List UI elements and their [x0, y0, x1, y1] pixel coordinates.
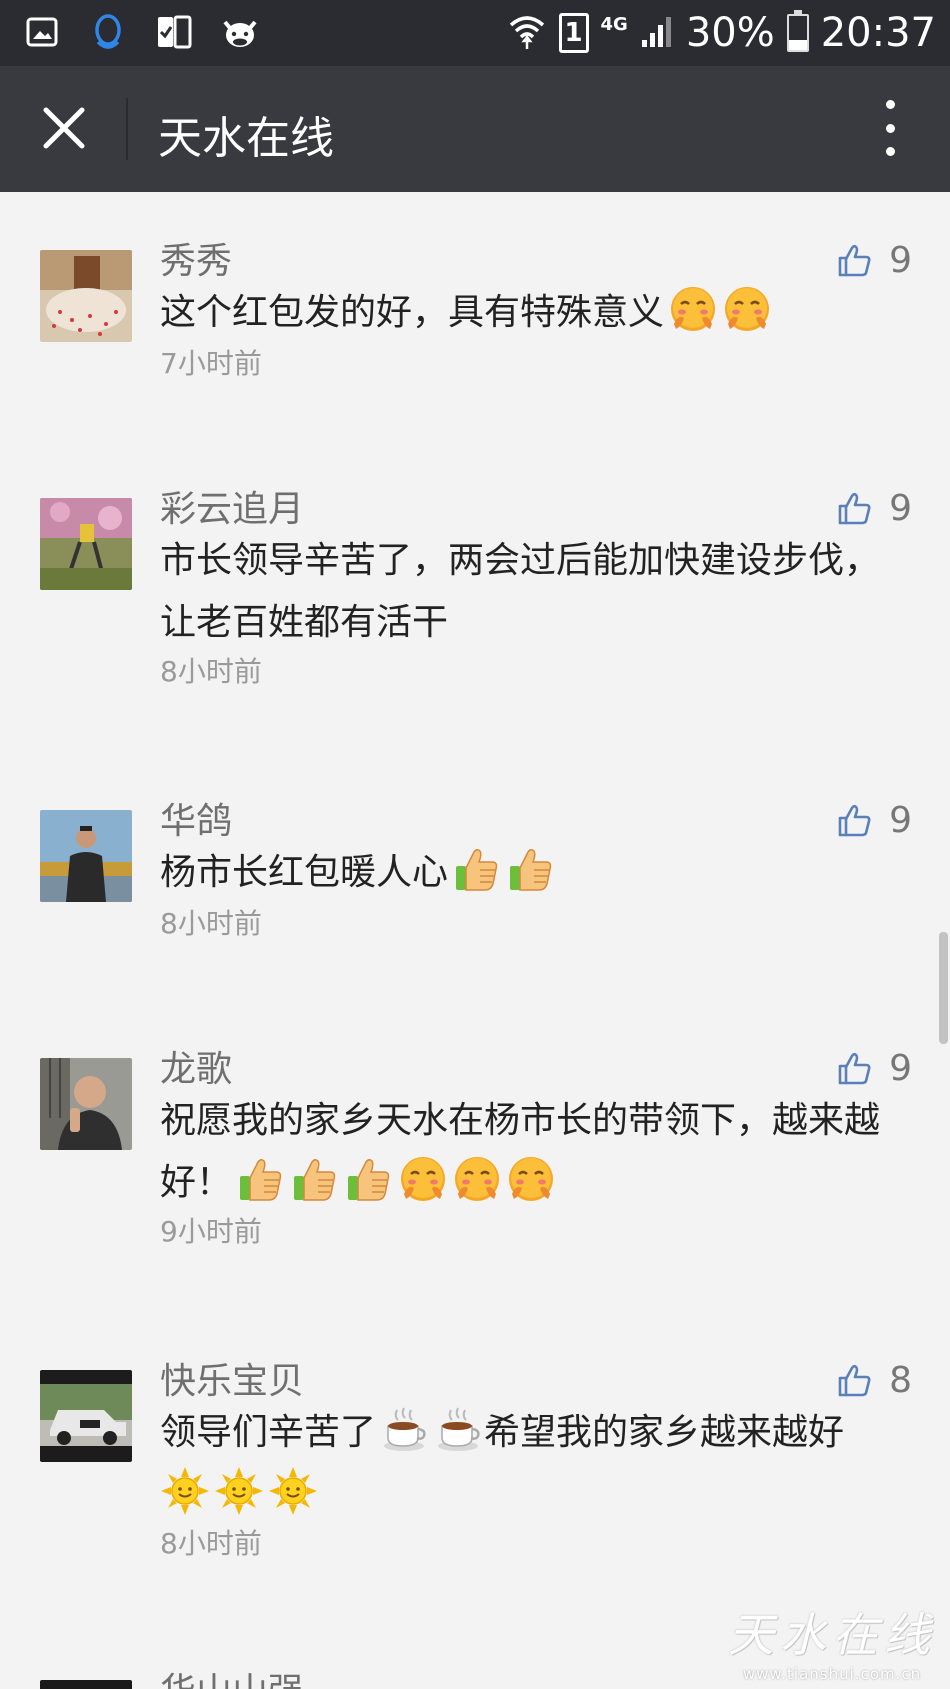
avatar[interactable] — [40, 1058, 132, 1150]
comment-body-start: 领导们辛苦了 — [160, 1412, 377, 1453]
signal-icon — [640, 14, 674, 52]
like-button[interactable]: 9 — [837, 1048, 912, 1089]
coffee-emoji — [380, 1404, 430, 1454]
close-button[interactable] — [32, 96, 96, 160]
like-count: 8 — [889, 1360, 912, 1401]
comment-time: 8小时前 — [160, 655, 262, 688]
avatar[interactable] — [40, 498, 132, 590]
blush-emoji — [506, 1154, 556, 1204]
sun-emoji — [160, 1466, 210, 1516]
avatar[interactable] — [40, 810, 132, 902]
like-count: 9 — [889, 240, 912, 281]
commenter-name: 彩云追月 — [160, 489, 305, 530]
thumbs-up-emoji — [236, 1154, 286, 1204]
cow-icon — [220, 12, 260, 52]
status-bar: 1 4G 30% 20:37 — [0, 0, 950, 66]
more-dot — [885, 147, 895, 156]
comment-text: 领导们辛苦了 希望我的家乡越来越好 — [160, 1402, 900, 1526]
thumbs-up-emoji — [344, 1154, 394, 1204]
gallery-icon — [22, 12, 62, 52]
close-icon — [43, 107, 85, 149]
like-count: 9 — [889, 800, 912, 841]
more-vertical-icon — [885, 100, 895, 109]
comment-text: 市长领导辛苦了，两会过后能加快建设步伐，让老百姓都有活干 — [160, 540, 881, 643]
nav-bar: 天水在线 — [0, 66, 950, 192]
thumbs-up-emoji — [452, 844, 502, 894]
clock: 20:37 — [820, 10, 936, 56]
more-dot — [885, 123, 895, 133]
sun-emoji — [268, 1466, 318, 1516]
blush-emoji — [668, 284, 718, 334]
battery-percent: 30% — [685, 10, 775, 56]
more-options-button[interactable] — [870, 96, 910, 160]
comment-text: 这个红包发的好，具有特殊意义 — [160, 282, 900, 344]
watermark-title: 天水在线 — [728, 1608, 936, 1662]
comment-text: 杨市长红包暖人心 — [160, 842, 900, 904]
thumbs-up-icon — [837, 1051, 873, 1087]
sim-indicator: 1 — [558, 13, 589, 53]
commenter-name: 龙歌 — [160, 1049, 233, 1090]
thumbs-up-icon — [837, 1363, 873, 1399]
thumbs-up-icon — [837, 491, 873, 527]
blush-emoji — [398, 1154, 448, 1204]
coffee-emoji — [434, 1404, 484, 1454]
commenter-name: 华山山强 — [160, 1670, 304, 1689]
watermark: 天水在线 www.tianshui.com.cn — [728, 1599, 936, 1683]
nav-divider — [126, 98, 128, 160]
like-button[interactable]: 9 — [837, 240, 912, 281]
sim-toolkit-icon — [154, 12, 194, 52]
avatar[interactable] — [40, 1680, 132, 1689]
commenter-name: 华鸽 — [160, 801, 233, 842]
thumbs-up-emoji — [290, 1154, 340, 1204]
comment-time: 8小时前 — [160, 1527, 262, 1560]
thumbs-up-icon — [837, 243, 873, 279]
battery-icon — [786, 10, 809, 52]
thumbs-up-emoji — [506, 844, 556, 894]
comment-time: 8小时前 — [160, 907, 262, 940]
comment-time: 9小时前 — [160, 1215, 262, 1248]
thumbs-up-icon — [837, 803, 873, 839]
comment-text: 祝愿我的家乡天水在杨市长的带领下，越来越好！ — [160, 1090, 900, 1214]
like-count: 9 — [889, 1048, 912, 1089]
scrollbar[interactable] — [939, 932, 948, 1044]
page-title: 天水在线 — [158, 113, 334, 164]
qq-icon — [88, 12, 128, 52]
like-button[interactable]: 9 — [837, 488, 912, 529]
comment-body-end: 希望我的家乡越来越好 — [484, 1412, 845, 1453]
blush-emoji — [722, 284, 772, 334]
like-button[interactable]: 8 — [837, 1360, 912, 1401]
blush-emoji — [452, 1154, 502, 1204]
like-count: 9 — [889, 488, 912, 529]
comment-time: 7小时前 — [160, 347, 262, 380]
avatar[interactable] — [40, 250, 132, 342]
comment-body: 杨市长红包暖人心 — [160, 852, 449, 893]
sun-emoji — [214, 1466, 264, 1516]
wifi-icon — [507, 11, 547, 55]
avatar[interactable] — [40, 1370, 132, 1462]
commenter-name: 秀秀 — [160, 241, 233, 282]
network-type: 4G — [600, 13, 628, 35]
comment-body: 这个红包发的好，具有特殊意义 — [160, 292, 665, 333]
like-button[interactable]: 9 — [837, 800, 912, 841]
watermark-url: www.tianshui.com.cn — [742, 1665, 922, 1683]
commenter-name: 快乐宝贝 — [160, 1361, 305, 1402]
